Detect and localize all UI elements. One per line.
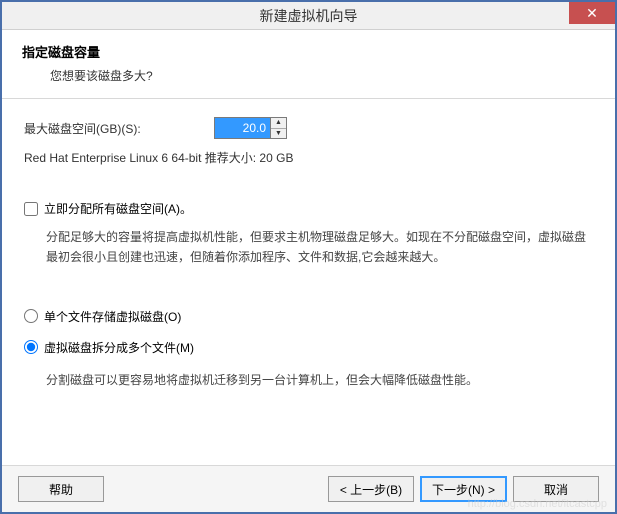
titlebar: 新建虚拟机向导 ✕ <box>2 2 615 30</box>
back-button[interactable]: < 上一步(B) <box>328 476 414 502</box>
disk-size-label: 最大磁盘空间(GB)(S): <box>24 120 214 137</box>
disk-size-row: 最大磁盘空间(GB)(S): ▲ ▼ <box>24 117 593 139</box>
split-file-label: 虚拟磁盘拆分成多个文件(M) <box>44 339 194 356</box>
single-file-label: 单个文件存储虚拟磁盘(O) <box>44 308 181 325</box>
next-button[interactable]: 下一步(N) > <box>420 476 507 502</box>
spinner-buttons: ▲ ▼ <box>270 118 286 138</box>
cancel-button[interactable]: 取消 <box>513 476 599 502</box>
single-file-radio[interactable] <box>24 309 38 323</box>
single-file-row: 单个文件存储虚拟磁盘(O) <box>24 308 593 325</box>
allocate-now-label: 立即分配所有磁盘空间(A)。 <box>44 200 192 217</box>
allocate-now-checkbox[interactable] <box>24 202 38 216</box>
close-icon: ✕ <box>586 5 598 22</box>
page-subtitle: 您想要该磁盘多大? <box>22 67 595 84</box>
recommended-size-text: Red Hat Enterprise Linux 6 64-bit 推荐大小: … <box>24 149 593 166</box>
spinner-down-icon[interactable]: ▼ <box>271 129 286 139</box>
help-button[interactable]: 帮助 <box>18 476 104 502</box>
close-button[interactable]: ✕ <box>569 2 615 24</box>
page-title: 指定磁盘容量 <box>22 42 595 61</box>
split-file-radio[interactable] <box>24 340 38 354</box>
split-file-description: 分割磁盘可以更容易地将虚拟机迁移到另一台计算机上，但会大幅降低磁盘性能。 <box>24 370 593 390</box>
wizard-header: 指定磁盘容量 您想要该磁盘多大? <box>2 30 615 99</box>
window-title: 新建虚拟机向导 <box>260 6 358 26</box>
disk-size-input[interactable] <box>215 118 270 138</box>
disk-size-spinner[interactable]: ▲ ▼ <box>214 117 287 139</box>
spinner-up-icon[interactable]: ▲ <box>271 118 286 129</box>
split-file-row: 虚拟磁盘拆分成多个文件(M) <box>24 339 593 356</box>
allocate-now-row: 立即分配所有磁盘空间(A)。 <box>24 200 593 217</box>
content-area: 最大磁盘空间(GB)(S): ▲ ▼ Red Hat Enterprise Li… <box>2 99 615 400</box>
wizard-footer: 帮助 < 上一步(B) 下一步(N) > 取消 <box>2 465 615 512</box>
allocate-description: 分配足够大的容量将提高虚拟机性能，但要求主机物理磁盘足够大。如现在不分配磁盘空间… <box>24 227 593 268</box>
